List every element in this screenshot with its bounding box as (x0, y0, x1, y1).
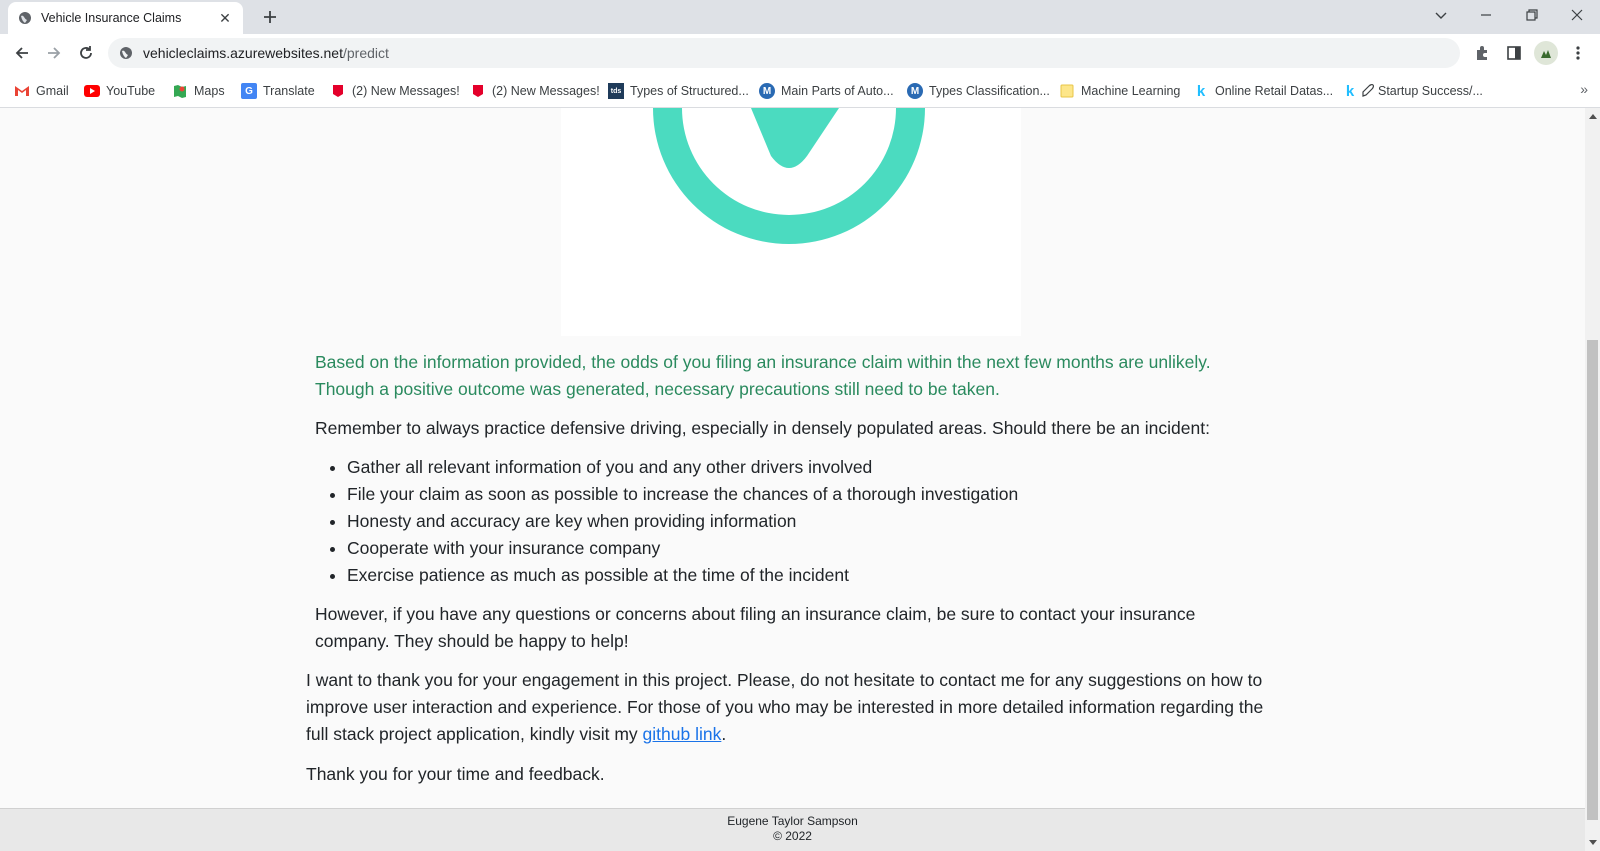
bookmark-label: Gmail (36, 84, 69, 98)
restore-button[interactable] (1509, 0, 1555, 30)
bookmark-new-messages-1[interactable]: (2) New Messages! (330, 81, 460, 101)
kebab-menu-icon (1576, 46, 1580, 60)
check-circle-icon (653, 108, 925, 244)
result-image-card (561, 108, 1021, 336)
reload-icon (80, 46, 92, 59)
address-bar[interactable]: vehicleclaims.azurewebsites.net/predict (108, 38, 1460, 68)
arrow-right-icon (48, 47, 61, 59)
reload-button[interactable] (72, 39, 100, 67)
bookmark-label: Types Classification... (929, 84, 1050, 98)
profile-avatar[interactable] (1534, 41, 1558, 65)
medium-icon: M (907, 83, 923, 99)
bookmark-startup-success[interactable]: k Startup Success/... (1342, 81, 1483, 101)
thanks-period: . (721, 724, 727, 744)
minimize-icon (1481, 14, 1491, 16)
list-item: File your claim as soon as possible to i… (347, 481, 1247, 508)
bookmark-label: Machine Learning (1081, 84, 1181, 98)
menu-button[interactable] (1566, 41, 1590, 65)
youtube-icon (84, 83, 100, 99)
bookmark-label: YouTube (106, 84, 156, 98)
bookmark-label: Translate (263, 84, 315, 98)
chevron-down-icon (1435, 12, 1447, 19)
translate-icon: G (241, 83, 257, 99)
tab-title: Vehicle Insurance Claims (41, 11, 182, 25)
arrow-left-icon (15, 47, 28, 59)
minimize-button[interactable] (1463, 0, 1509, 30)
thanks-paragraph: I want to thank you for your engagement … (306, 667, 1286, 748)
advice-intro: Remember to always practice defensive dr… (315, 418, 1210, 438)
puzzle-icon (1477, 46, 1487, 60)
scroll-up-button[interactable] (1585, 108, 1600, 124)
avatar-icon (1541, 50, 1551, 58)
page-scrollbar[interactable] (1585, 108, 1600, 851)
bookmark-maps[interactable]: Maps (172, 81, 225, 101)
side-panel-icon (1507, 46, 1521, 60)
scrollbar-thumb[interactable] (1587, 340, 1598, 820)
bookmark-label: Online Retail Datas... (1215, 84, 1334, 98)
tab-strip: Vehicle Insurance Claims ✕ (0, 0, 1600, 34)
page-footer: Eugene Taylor Sampson © 2022 (0, 808, 1585, 851)
tab-search-button[interactable] (1418, 0, 1464, 30)
tab-vehicle-insurance-claims[interactable]: Vehicle Insurance Claims ✕ (8, 2, 243, 34)
bookmark-main-parts-auto[interactable]: M Main Parts of Auto... (759, 81, 894, 101)
bookmark-label: (2) New Messages! (352, 84, 460, 98)
url-host: vehicleclaims.azurewebsites.net (143, 45, 343, 61)
globe-icon (18, 11, 32, 25)
list-item: Cooperate with your insurance company (347, 535, 1247, 562)
bookmark-label: (2) New Messages! (492, 84, 600, 98)
list-item: Gather all relevant information of you a… (347, 454, 1247, 481)
folder-icon (1059, 83, 1075, 99)
bookmark-machine-learning[interactable]: Machine Learning (1059, 81, 1180, 101)
close-window-button[interactable] (1554, 0, 1600, 30)
bookmark-label: Startup Success/... (1378, 84, 1483, 98)
browser-toolbar: vehicleclaims.azurewebsites.net/predict (0, 34, 1600, 72)
page-viewport: Based on the information provided, the o… (0, 108, 1585, 851)
github-link[interactable]: github link (643, 724, 722, 744)
bookmark-online-retail[interactable]: k Online Retail Datas... (1193, 81, 1333, 101)
bookmark-translate[interactable]: G Translate (241, 81, 315, 101)
footer-copyright: © 2022 (773, 829, 812, 843)
scroll-down-button[interactable] (1585, 835, 1600, 851)
tds-icon: tds (608, 83, 624, 99)
restore-icon (1526, 9, 1538, 21)
forward-button[interactable] (40, 39, 68, 67)
bookmark-types-structured[interactable]: tds Types of Structured... (608, 81, 749, 101)
back-button[interactable] (8, 39, 36, 67)
bookmarks-overflow-button[interactable]: » (1580, 81, 1588, 97)
medium-icon: M (759, 83, 775, 99)
thanks-text: I want to thank you for your engagement … (306, 670, 1264, 744)
bookmark-label: Types of Structured... (630, 84, 749, 98)
list-item: Honesty and accuracy are key when provid… (347, 508, 1247, 535)
rocket-icon (1360, 83, 1376, 99)
closing-text: Thank you for your time and feedback. (306, 764, 605, 784)
contact-note: However, if you have any questions or co… (315, 604, 1196, 651)
bookmark-gmail[interactable]: Gmail (14, 81, 69, 101)
kaggle-icon: k (1196, 82, 1206, 100)
kaggle-icon: k (1345, 82, 1355, 100)
close-icon (1571, 9, 1583, 21)
bookmark-label: Maps (194, 84, 225, 98)
maps-icon (172, 83, 188, 99)
list-item: Exercise patience as much as possible at… (347, 562, 1247, 589)
new-tab-button[interactable] (258, 5, 282, 29)
triangle-up-icon (1588, 114, 1597, 119)
messages-icon (470, 83, 486, 99)
url-path: /predict (342, 45, 389, 61)
bookmarks-bar: Gmail YouTube Maps G Translate (2) New M… (0, 72, 1600, 108)
bookmark-youtube[interactable]: YouTube (84, 81, 155, 101)
gmail-icon (14, 83, 30, 99)
side-panel-button[interactable] (1502, 41, 1526, 65)
result-message: Based on the information provided, the o… (315, 352, 1211, 399)
bookmark-new-messages-2[interactable]: (2) New Messages! (470, 81, 600, 101)
extensions-button[interactable] (1470, 41, 1494, 65)
plus-icon (264, 11, 276, 23)
incident-tips-list: Gather all relevant information of you a… (347, 454, 1247, 589)
footer-author: Eugene Taylor Sampson (727, 814, 858, 828)
site-info-icon[interactable] (118, 45, 134, 61)
bookmark-types-classification[interactable]: M Types Classification... (907, 81, 1050, 101)
messages-icon (330, 83, 346, 99)
close-tab-icon[interactable]: ✕ (217, 10, 233, 26)
bookmark-label: Main Parts of Auto... (781, 84, 894, 98)
triangle-down-icon (1588, 840, 1597, 845)
